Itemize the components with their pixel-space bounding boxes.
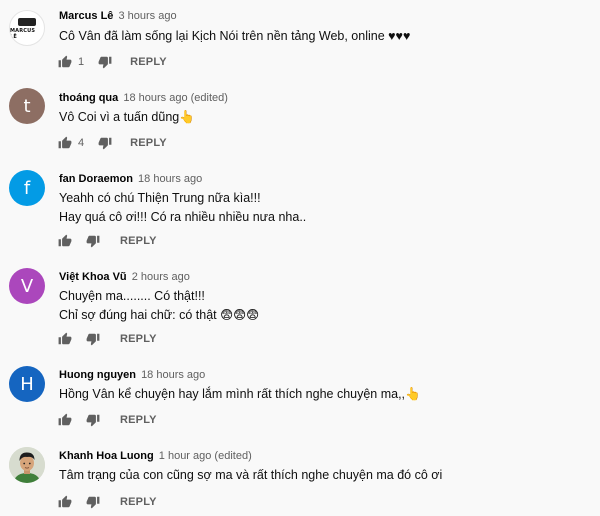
channel-logo-icon — [18, 17, 36, 26]
comment-timestamp[interactable]: 2 hours ago — [132, 271, 190, 283]
comment-header: Huong nguyen 18 hours ago — [59, 369, 205, 381]
comment-text: Yeahh có chú Thiện Trung nữa kìa!!! Hay … — [59, 189, 306, 227]
avatar[interactable]: V — [9, 268, 45, 304]
comment-text: Vô Coi vì a tuấn dũng👆 — [59, 108, 195, 127]
comment-text-line: Hồng Vân kể chuyện hay lắm mình rất thíc… — [59, 387, 421, 401]
comment-author[interactable]: thoáng qua — [59, 92, 118, 104]
comment-actions: 1 REPLY — [58, 54, 167, 70]
comment-actions: REPLY — [58, 494, 157, 510]
comment-text: Tâm trạng của con cũng sợ ma và rất thíc… — [59, 466, 442, 485]
avatar[interactable]: H — [9, 366, 45, 402]
comment-timestamp[interactable]: 1 hour ago (edited) — [159, 450, 252, 462]
comment-text-line: Chuyện ma........ Có thật!!! — [59, 289, 205, 303]
comment-text-line: Hay quá cô ơi!!! Có ra nhiều nhiều nưa n… — [59, 210, 307, 224]
comment-timestamp[interactable]: 18 hours ago — [138, 173, 202, 185]
comment-text-line: Yeahh có chú Thiện Trung nữa kìa!!! — [59, 191, 261, 205]
thumbs-up-icon[interactable] — [58, 413, 72, 427]
comment-actions: 4 REPLY — [58, 135, 167, 151]
avatar[interactable]: f — [9, 170, 45, 206]
avatar-letter: f — [23, 177, 31, 199]
comment-header: fan Doraemon 18 hours ago — [59, 173, 202, 185]
avatar-letter: H — [20, 373, 34, 395]
avatar[interactable]: t — [9, 88, 45, 124]
reply-button[interactable]: REPLY — [120, 414, 157, 426]
thumbs-up-icon[interactable] — [58, 55, 72, 69]
comment-text-line: Tâm trạng của con cũng sợ ma và rất thíc… — [59, 468, 443, 482]
comment-timestamp[interactable]: 3 hours ago — [118, 10, 176, 22]
avatar-letter: V — [20, 275, 34, 297]
comment-text: Cô Vân đã làm sống lại Kịch Nói trên nền… — [59, 27, 410, 46]
comment-actions: REPLY — [58, 331, 157, 347]
thumbs-down-icon[interactable] — [86, 495, 100, 509]
comment-author[interactable]: fan Doraemon — [59, 173, 133, 185]
thumbs-down-icon[interactable] — [86, 413, 100, 427]
comment-timestamp[interactable]: 18 hours ago — [141, 369, 205, 381]
avatar-logo-text: MARCUS LÊ — [10, 27, 36, 40]
comment-text-line: Cô Vân đã làm sống lại Kịch Nói trên nền… — [59, 29, 411, 43]
thumbs-up-icon[interactable] — [58, 495, 72, 509]
comment-author[interactable]: Khanh Hoa Luong — [59, 450, 154, 462]
comment-author[interactable]: Việt Khoa Vũ — [59, 271, 127, 283]
comment-actions: REPLY — [58, 412, 157, 428]
thumbs-up-icon[interactable] — [58, 136, 72, 150]
comment-author[interactable]: Huong nguyen — [59, 369, 136, 381]
like-count: 4 — [78, 137, 85, 149]
reply-button[interactable]: REPLY — [130, 137, 167, 149]
thumbs-up-icon[interactable] — [58, 234, 72, 248]
reply-button[interactable]: REPLY — [120, 333, 157, 345]
avatar[interactable]: MARCUS LÊ — [9, 10, 45, 46]
comment-actions: REPLY — [58, 233, 157, 249]
comment-timestamp[interactable]: 18 hours ago (edited) — [123, 92, 228, 104]
comment-header: thoáng qua 18 hours ago (edited) — [59, 92, 228, 104]
comment-text: Hồng Vân kể chuyện hay lắm mình rất thíc… — [59, 385, 421, 404]
thumbs-down-icon[interactable] — [86, 332, 100, 346]
like-count: 1 — [78, 56, 85, 68]
comment-text: Chuyện ma........ Có thật!!! Chỉ sợ đúng… — [59, 287, 259, 325]
thumbs-down-icon[interactable] — [98, 136, 112, 150]
thumbs-down-icon[interactable] — [98, 55, 112, 69]
avatar-letter: t — [23, 95, 31, 117]
avatar[interactable] — [9, 447, 45, 483]
comment-header: Khanh Hoa Luong 1 hour ago (edited) — [59, 450, 252, 462]
comment-header: Marcus Lê 3 hours ago — [59, 10, 177, 22]
thumbs-down-icon[interactable] — [86, 234, 100, 248]
comment-header: Việt Khoa Vũ 2 hours ago — [59, 271, 190, 283]
reply-button[interactable]: REPLY — [120, 235, 157, 247]
comment-text-line: Chỉ sợ đúng hai chữ: có thật 😨😨😨 — [59, 308, 260, 322]
profile-photo-icon — [9, 447, 45, 483]
comment-text-line: Vô Coi vì a tuấn dũng👆 — [59, 110, 195, 124]
reply-button[interactable]: REPLY — [120, 496, 157, 508]
comment-author[interactable]: Marcus Lê — [59, 10, 113, 22]
reply-button[interactable]: REPLY — [130, 56, 167, 68]
thumbs-up-icon[interactable] — [58, 332, 72, 346]
